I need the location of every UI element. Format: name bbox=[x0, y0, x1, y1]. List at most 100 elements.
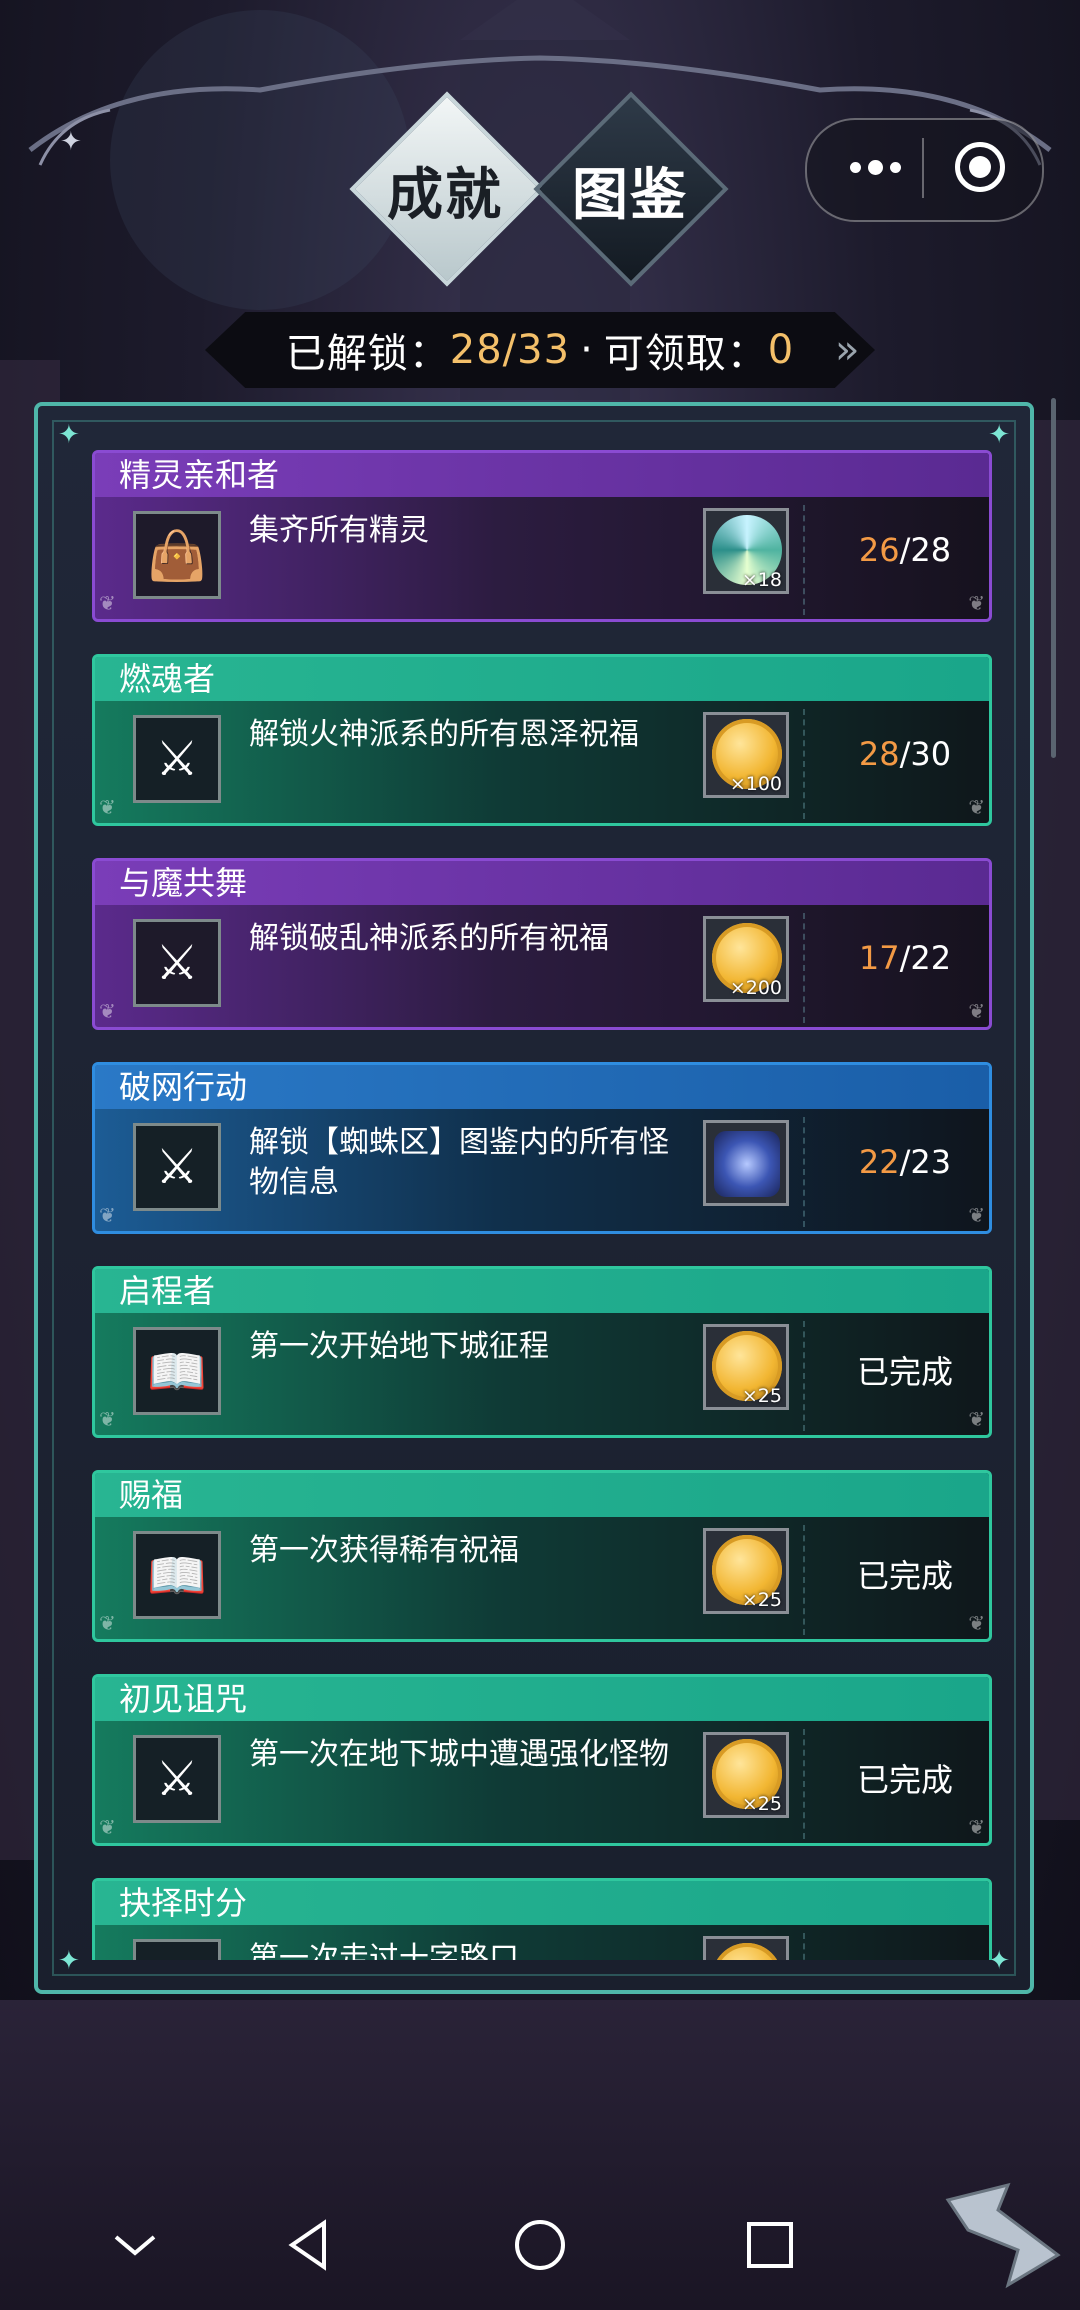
card-divider bbox=[803, 505, 807, 615]
corner-ornament-icon: ❦ bbox=[968, 999, 985, 1023]
achievement-title: 启程者 bbox=[95, 1269, 989, 1313]
sparkle-icon: ✦ bbox=[58, 420, 80, 450]
progress-current: 28 bbox=[858, 735, 900, 773]
reward-quantity: ×25 bbox=[741, 1793, 782, 1815]
achievement-card[interactable]: 破网行动 ⚔ 解锁【蜘蛛区】图鉴内的所有怪物信息 22/23 ❦ ❦ bbox=[92, 1062, 992, 1234]
reward-quantity: ×100 bbox=[729, 773, 782, 795]
progress-current: 22 bbox=[858, 1143, 900, 1181]
corner-ornament-icon: ❦ bbox=[968, 1407, 985, 1431]
scrollbar[interactable] bbox=[1051, 398, 1056, 758]
achievement-title: 破网行动 bbox=[95, 1065, 989, 1109]
reward-item[interactable] bbox=[703, 1120, 789, 1206]
card-divider bbox=[803, 1933, 807, 1960]
corner-ornament-icon: ❦ bbox=[99, 1611, 116, 1635]
achievement-description: 解锁破乱神派系的所有祝福 bbox=[249, 921, 609, 956]
achievement-card[interactable]: 抉择时分 📖 第一次走过十字路口 ❦ ❦ bbox=[92, 1878, 992, 1960]
unlock-summary-banner: 已解锁： 28 / 33 · 可领取： 0 bbox=[205, 312, 875, 388]
achievement-card[interactable]: 初见诅咒 ⚔ 第一次在地下城中遭遇强化怪物 ×25 已完成 ❦ ❦ bbox=[92, 1674, 992, 1846]
achievement-title: 初见诅咒 bbox=[95, 1677, 989, 1721]
achievement-card[interactable]: 与魔共舞 ⚔ 解锁破乱神派系的所有祝福 ×200 17/22 ❦ ❦ bbox=[92, 858, 992, 1030]
tab-gallery-label[interactable]: 图鉴 bbox=[530, 150, 730, 231]
corner-ornament-icon: ❦ bbox=[968, 1203, 985, 1227]
achievement-progress: 22/23 bbox=[858, 1143, 952, 1181]
achievement-description: 第一次开始地下城征程 bbox=[249, 1329, 549, 1364]
achievement-card[interactable]: 启程者 📖 第一次开始地下城征程 ×25 已完成 ❦ ❦ bbox=[92, 1266, 992, 1438]
achievement-description: 集齐所有精灵 bbox=[249, 513, 429, 548]
nav-back-icon[interactable] bbox=[280, 2215, 340, 2275]
blue-gem-icon bbox=[714, 1131, 780, 1197]
reward-quantity: ×200 bbox=[729, 977, 782, 999]
achievement-title: 燃魂者 bbox=[95, 657, 989, 701]
more-options-icon[interactable] bbox=[840, 140, 910, 195]
reward-item[interactable]: ×200 bbox=[703, 916, 789, 1002]
achievement-status: 已完成 bbox=[856, 1557, 953, 1595]
corner-ornament-icon: ❦ bbox=[968, 1815, 985, 1839]
reward-item[interactable]: ×100 bbox=[703, 712, 789, 798]
achievement-description: 第一次在地下城中遭遇强化怪物 bbox=[249, 1737, 669, 1772]
achievement-status: 已完成 bbox=[856, 1353, 953, 1391]
progress-total: 30 bbox=[910, 735, 952, 773]
reward-item[interactable]: ×18 bbox=[703, 508, 789, 594]
chevron-down-icon[interactable] bbox=[110, 2215, 160, 2275]
achievement-card[interactable]: 精灵亲和者 👜 集齐所有精灵 ×18 26/28 ❦ ❦ bbox=[92, 450, 992, 622]
card-divider bbox=[803, 709, 807, 819]
unlocked-label: 已解锁： bbox=[285, 331, 450, 377]
crossed-swords-icon: ⚔ bbox=[133, 1735, 221, 1823]
achievement-list[interactable]: 精灵亲和者 👜 集齐所有精灵 ×18 26/28 ❦ ❦ 燃魂者 ⚔ 解锁火神派… bbox=[92, 450, 992, 1960]
achievement-title: 与魔共舞 bbox=[95, 861, 989, 905]
book-icon: 📖 bbox=[133, 1327, 221, 1415]
reward-item[interactable]: ×25 bbox=[703, 1528, 789, 1614]
reward-item[interactable]: ×25 bbox=[703, 1324, 789, 1410]
corner-ornament-icon: ❦ bbox=[99, 1815, 116, 1839]
achievement-title: 精灵亲和者 bbox=[95, 453, 989, 497]
progress-total: 28 bbox=[910, 531, 952, 569]
achievement-card[interactable]: 赐福 📖 第一次获得稀有祝福 ×25 已完成 ❦ ❦ bbox=[92, 1470, 992, 1642]
corner-ornament-icon: ❦ bbox=[99, 1203, 116, 1227]
progress-current: 17 bbox=[858, 939, 900, 977]
nav-recents-icon[interactable] bbox=[740, 2215, 800, 2275]
reward-quantity: ×25 bbox=[741, 1385, 782, 1407]
crossed-swords-icon: ⚔ bbox=[133, 715, 221, 803]
sparkle-icon: ✦ bbox=[988, 420, 1010, 450]
nav-home-icon[interactable] bbox=[510, 2215, 570, 2275]
reward-item[interactable]: ×25 bbox=[703, 1732, 789, 1818]
corner-ornament-icon: ❦ bbox=[968, 1611, 985, 1635]
achievement-progress: 28/30 bbox=[858, 735, 952, 773]
book-icon: 📖 bbox=[133, 1939, 221, 1960]
card-divider bbox=[803, 1321, 807, 1431]
corner-ornament-icon: ❦ bbox=[99, 999, 116, 1023]
progress-current: 26 bbox=[858, 531, 900, 569]
reward-item[interactable] bbox=[703, 1936, 789, 1960]
card-divider bbox=[803, 1729, 807, 1839]
achievement-description: 解锁火神派系的所有恩泽祝福 bbox=[249, 717, 639, 752]
claimable-value: 0 bbox=[767, 327, 795, 373]
progress-total: 22 bbox=[910, 939, 952, 977]
progress-total: 23 bbox=[910, 1143, 952, 1181]
sparkle-icon: ✦ bbox=[58, 1946, 80, 1976]
achievement-status: 已完成 bbox=[856, 1761, 953, 1799]
gold-coin-icon bbox=[712, 1943, 782, 1960]
return-arrow-button[interactable] bbox=[938, 2180, 1063, 2290]
achievement-panel: ✦ ✦ ✦ ✦ 精灵亲和者 👜 集齐所有精灵 ×18 26/28 ❦ ❦ 燃魂者… bbox=[34, 402, 1034, 1994]
summary-separator: · bbox=[580, 327, 594, 373]
close-target-icon[interactable] bbox=[955, 142, 1005, 192]
crossed-swords-icon: ⚔ bbox=[133, 1123, 221, 1211]
achievement-description: 解锁【蜘蛛区】图鉴内的所有怪物信息 bbox=[249, 1125, 669, 1200]
card-divider bbox=[803, 913, 807, 1023]
corner-ornament-icon: ❦ bbox=[968, 795, 985, 819]
achievement-description: 第一次走过十字路口 bbox=[249, 1941, 519, 1960]
achievement-card[interactable]: 燃魂者 ⚔ 解锁火神派系的所有恩泽祝福 ×100 28/30 ❦ ❦ bbox=[92, 654, 992, 826]
svg-text:✦: ✦ bbox=[60, 127, 82, 157]
capsule-divider bbox=[922, 138, 924, 198]
crossed-swords-icon: ⚔ bbox=[133, 919, 221, 1007]
tab-achievements-label[interactable]: 成就 bbox=[345, 150, 545, 231]
bag-icon: 👜 bbox=[133, 511, 221, 599]
achievement-progress: 26/28 bbox=[858, 531, 952, 569]
claimable-label: 可领取： bbox=[603, 331, 768, 377]
unlocked-total: 33 bbox=[517, 327, 571, 373]
achievement-title: 赐福 bbox=[95, 1473, 989, 1517]
achievement-title: 抉择时分 bbox=[95, 1881, 989, 1925]
card-divider bbox=[803, 1117, 807, 1227]
corner-ornament-icon: ❦ bbox=[99, 1407, 116, 1431]
chevron-right-icon: » bbox=[835, 327, 860, 373]
